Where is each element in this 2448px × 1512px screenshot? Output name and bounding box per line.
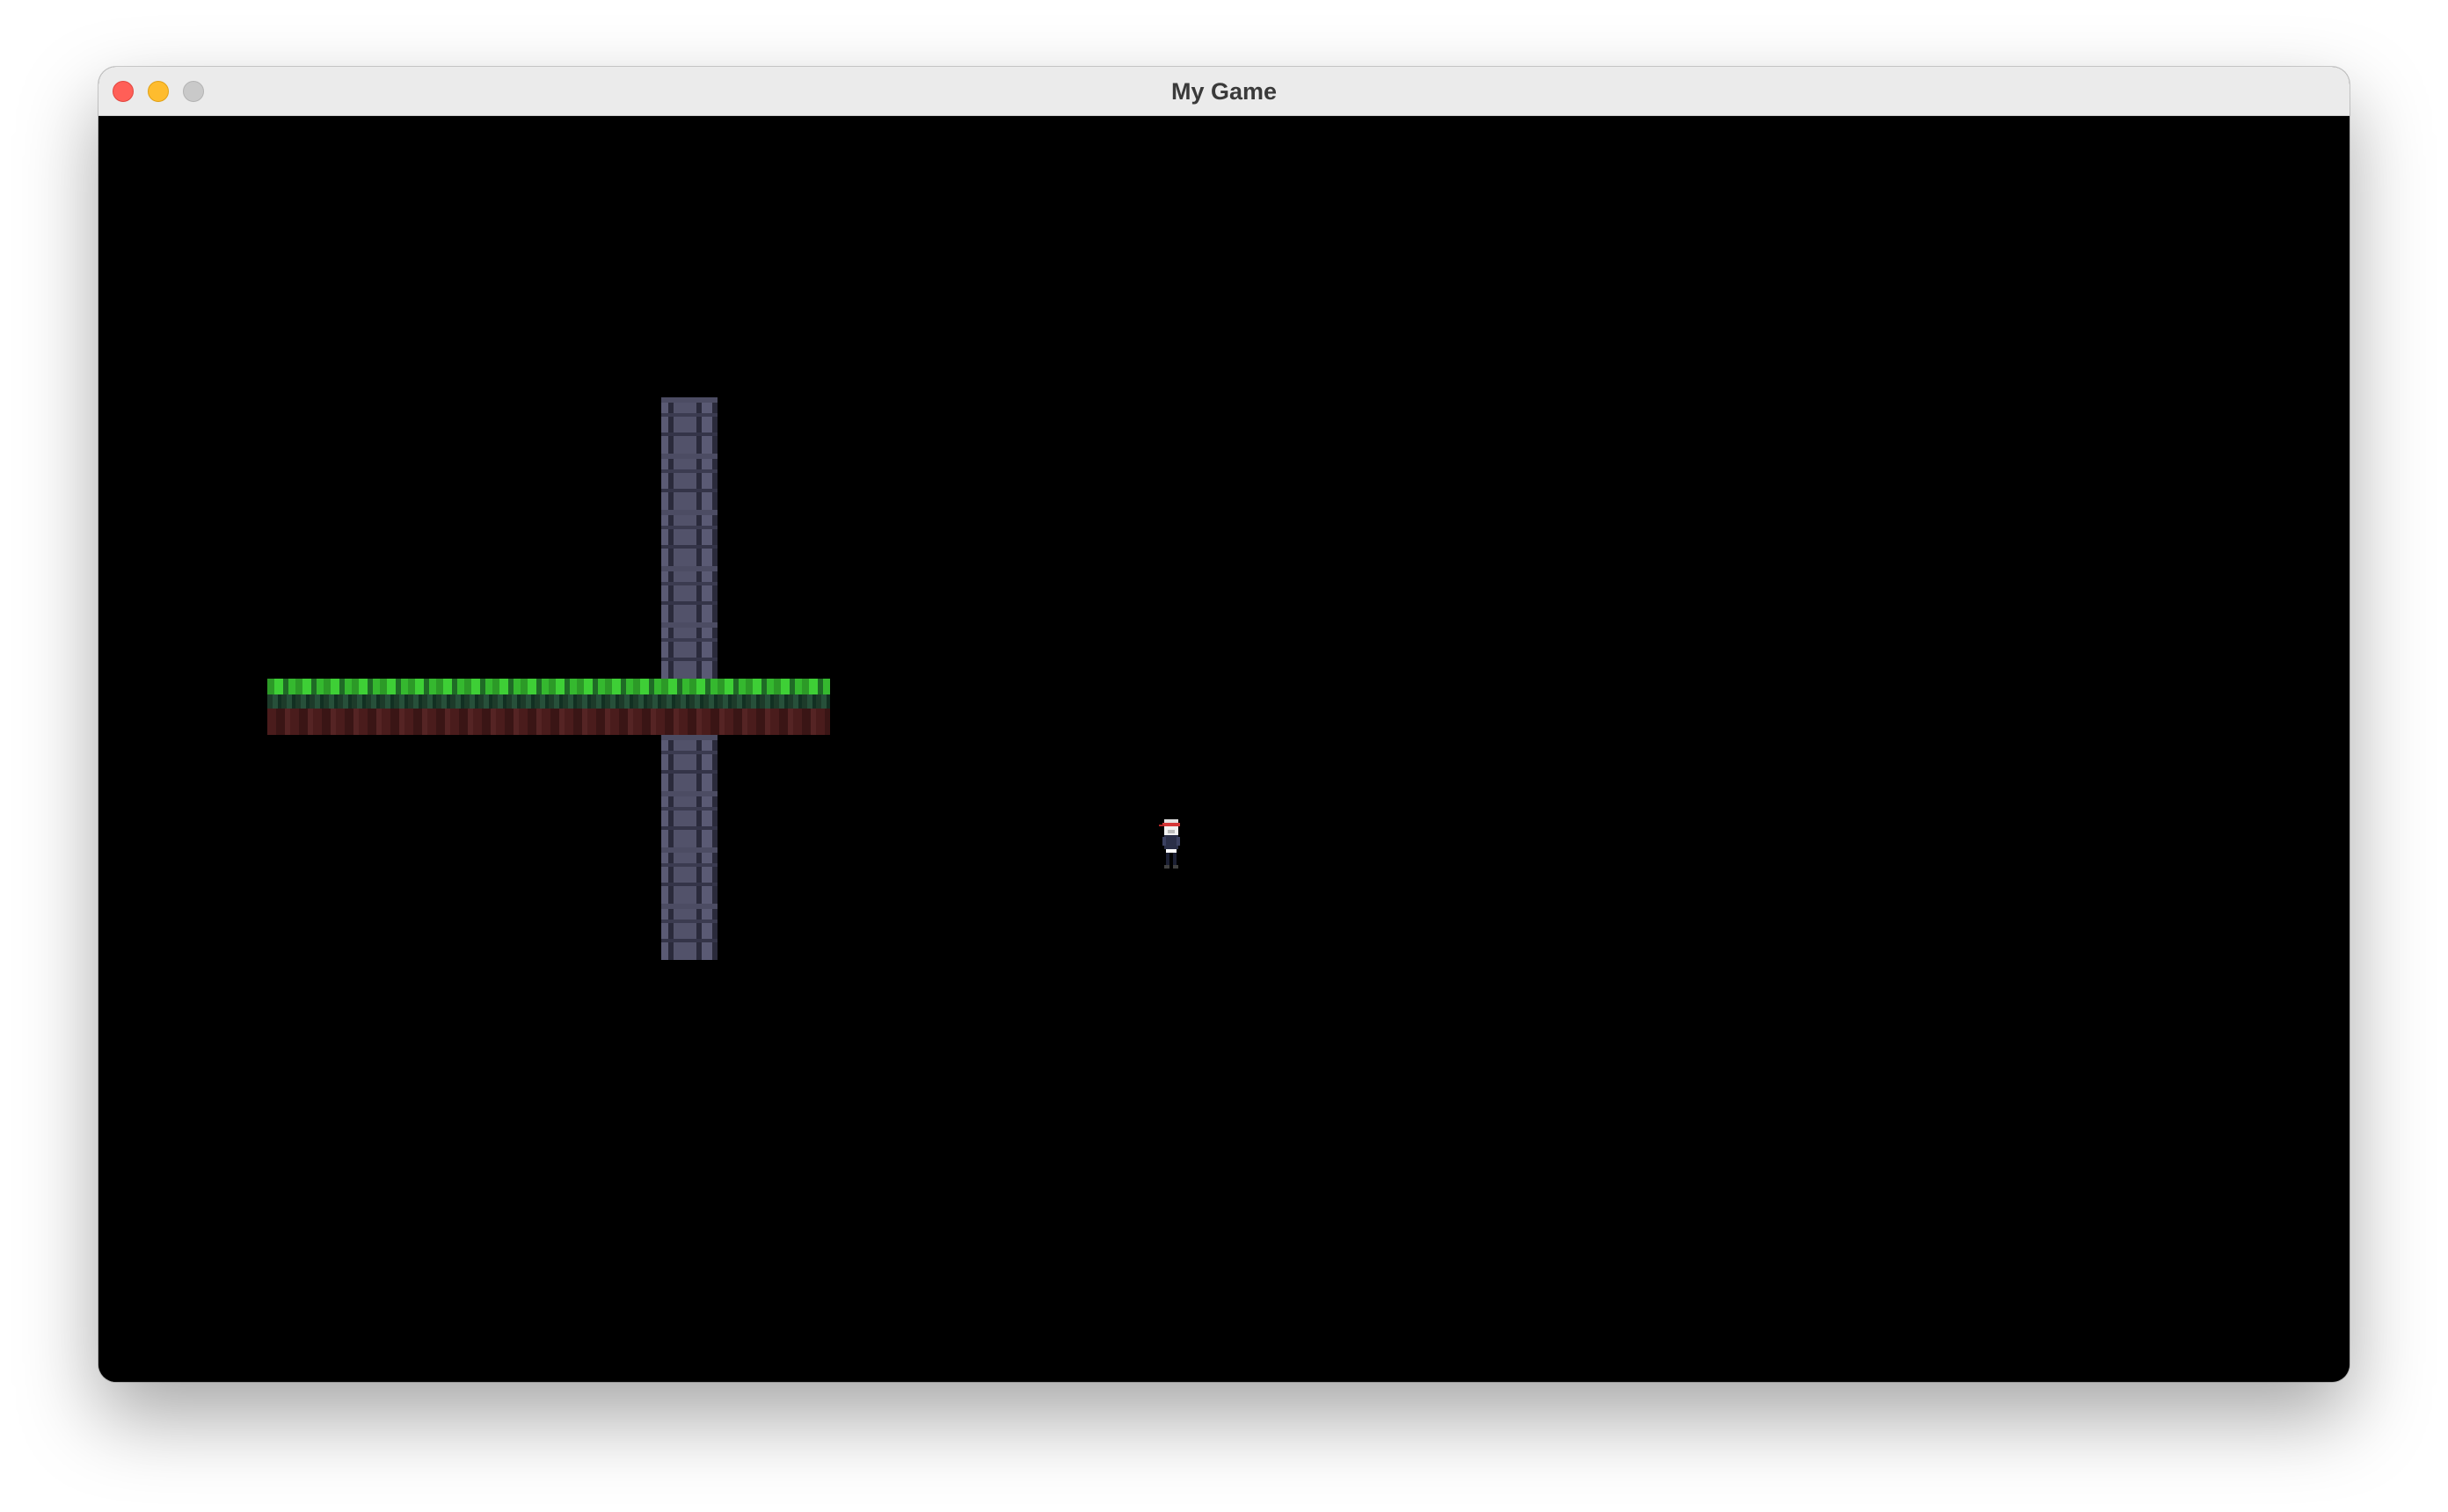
- stone-column-upper: [661, 397, 718, 679]
- stone-column-lower: [661, 735, 718, 960]
- title-bar[interactable]: My Game: [98, 67, 2350, 116]
- player-sprite: [1159, 819, 1180, 869]
- window-title: My Game: [1170, 78, 1278, 105]
- game-viewport[interactable]: [98, 116, 2350, 1382]
- game-window: My Game: [98, 67, 2350, 1382]
- grass-platform: [267, 679, 830, 735]
